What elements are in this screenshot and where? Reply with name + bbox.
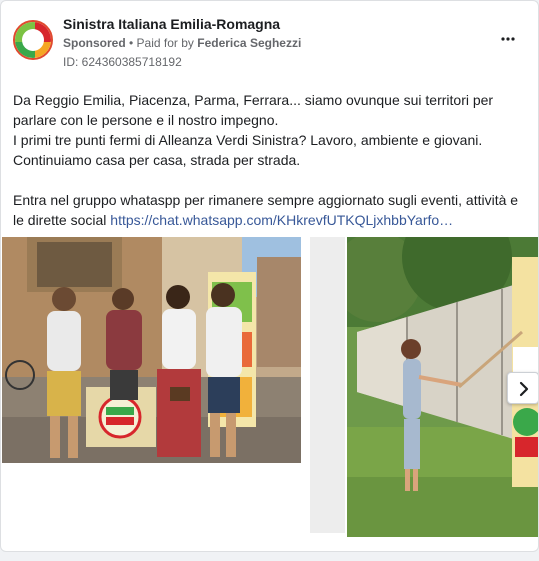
body-line-2: I primi tre punti fermi di Alleanza Verd… (13, 132, 483, 148)
body-line-3: Continuiamo casa per casa, strada per st… (13, 152, 301, 168)
carousel-next-button[interactable] (507, 372, 538, 404)
image-carousel (1, 237, 538, 539)
body-line-4: Entra nel gruppo whataspp per rimanere s… (13, 190, 523, 230)
ad-card: Sinistra Italiana Emilia-Romagna Sponsor… (0, 0, 539, 552)
sponsored-line: Sponsored • Paid for by Federica Seghezz… (63, 36, 301, 50)
post-header: Sinistra Italiana Emilia-Romagna Sponsor… (13, 13, 526, 71)
body-line-1: Da Reggio Emilia, Piacenza, Parma, Ferra… (13, 92, 494, 128)
more-options-button[interactable] (496, 27, 520, 51)
more-options-icon (501, 37, 515, 41)
paid-for-name: Federica Seghezzi (197, 36, 302, 50)
separator: • (125, 36, 137, 50)
sponsored-label: Sponsored (63, 36, 126, 50)
carousel-image-1[interactable] (2, 237, 301, 463)
chevron-right-icon (519, 381, 529, 397)
page-avatar[interactable] (13, 20, 53, 60)
paid-for-prefix: Paid for by (136, 36, 198, 50)
avatar-logo-center (22, 29, 44, 51)
whatsapp-link[interactable]: https://chat.whatsapp.com/KHkrevfUTKQLjx… (110, 212, 453, 228)
ad-id: ID: 624360385718192 (63, 55, 182, 69)
post-body: Da Reggio Emilia, Piacenza, Parma, Ferra… (13, 90, 523, 230)
page-name[interactable]: Sinistra Italiana Emilia-Romagna (63, 16, 280, 32)
carousel-gap (310, 237, 345, 533)
photo-street-group (2, 237, 301, 463)
